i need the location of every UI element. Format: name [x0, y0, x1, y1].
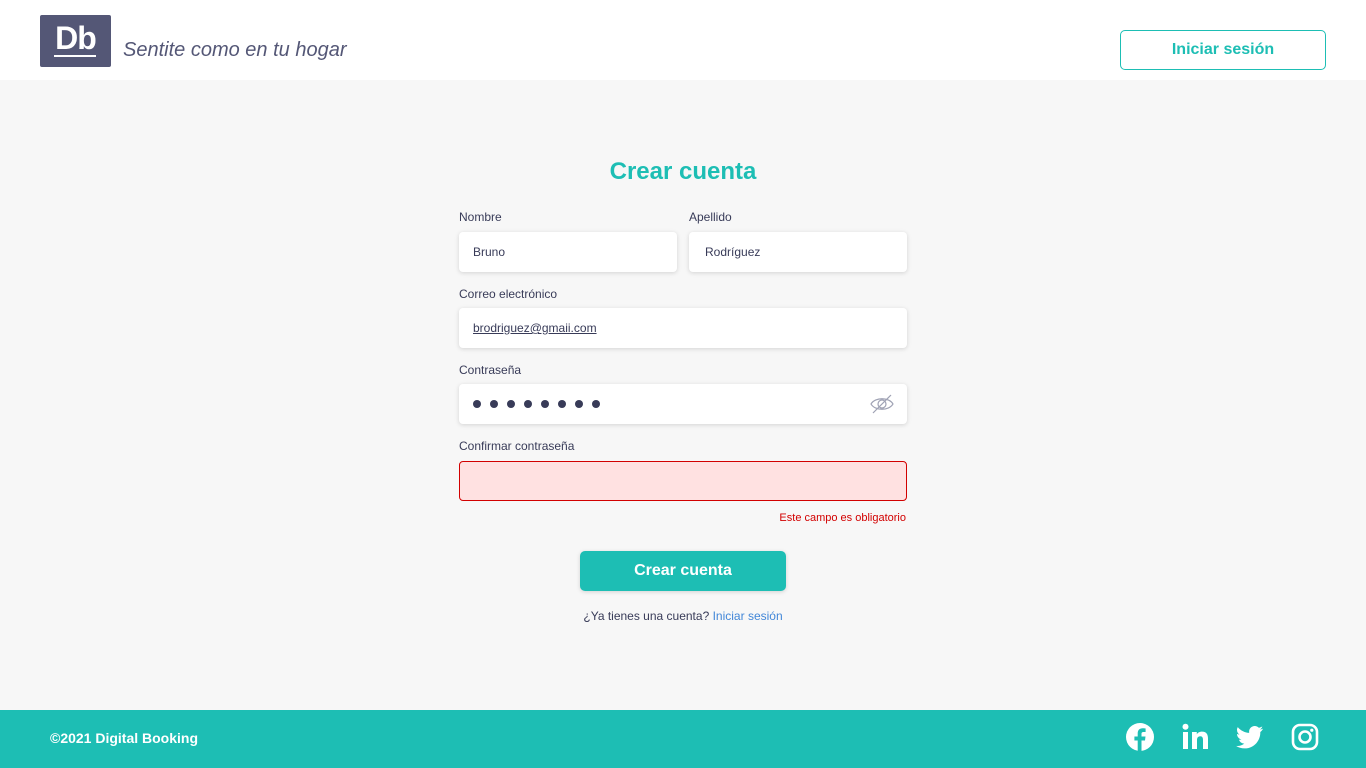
header: Db Sentite como en tu hogar Iniciar sesi… — [0, 0, 1366, 80]
apellido-value: Rodríguez — [705, 245, 761, 259]
twitter-icon[interactable] — [1236, 723, 1264, 751]
eye-slash-icon[interactable] — [869, 393, 895, 415]
password-dot — [575, 400, 583, 408]
email-field[interactable]: brodriguez@gmaii.com — [459, 308, 907, 348]
logo-text: Db — [55, 20, 97, 56]
tagline: Sentite como en tu hogar — [123, 39, 347, 61]
password-dot — [490, 400, 498, 408]
password-label: Contraseña — [459, 363, 522, 377]
form-title: Crear cuenta — [609, 158, 757, 185]
linkedin-icon[interactable] — [1182, 723, 1210, 751]
have-account-text: ¿Ya tienes una cuenta? Iniciar sesión — [458, 608, 908, 624]
apellido-field[interactable]: Rodríguez — [689, 232, 907, 272]
footer: ©2021 Digital Booking — [0, 710, 1366, 768]
header-login-button[interactable]: Iniciar sesión — [1120, 30, 1326, 70]
email-value: brodriguez@gmaii.com — [473, 321, 597, 335]
confirm-password-error: Este campo es obligatorio — [779, 512, 906, 524]
password-dot — [473, 400, 481, 408]
instagram-icon[interactable] — [1291, 723, 1319, 751]
apellido-label: Apellido — [689, 210, 732, 224]
password-dot — [558, 400, 566, 408]
password-dot — [592, 400, 600, 408]
nombre-label: Nombre — [459, 210, 502, 224]
nombre-field[interactable]: Bruno — [459, 232, 677, 272]
confirm-password-field[interactable] — [459, 461, 907, 501]
facebook-icon[interactable] — [1126, 723, 1154, 751]
password-mask — [473, 400, 600, 408]
login-link[interactable]: Iniciar sesión — [713, 609, 783, 623]
email-label: Correo electrónico — [459, 287, 558, 301]
password-dot — [541, 400, 549, 408]
logo[interactable]: Db — [40, 15, 111, 67]
have-account-question: ¿Ya tienes una cuenta? — [583, 609, 710, 623]
password-field[interactable] — [459, 384, 907, 424]
confirm-password-label: Confirmar contraseña — [459, 439, 575, 453]
password-dot — [524, 400, 532, 408]
copyright: ©2021 Digital Booking — [50, 730, 199, 746]
nombre-value: Bruno — [473, 245, 506, 259]
create-account-button[interactable]: Crear cuenta — [580, 551, 786, 591]
password-dot — [507, 400, 515, 408]
logo-underline — [54, 55, 96, 57]
